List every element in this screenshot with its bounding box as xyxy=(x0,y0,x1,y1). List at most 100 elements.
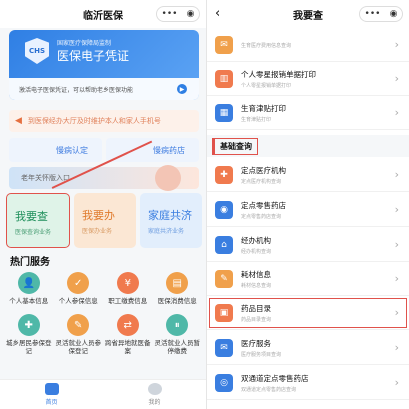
chs-logo-icon: CHS xyxy=(25,38,49,64)
service-grid: 👤 个人基本信息 ✓ 个人参保信息 ¥ 职工缴费信息 ▤ 医保消费信息 ✚ 城乡居民参保登记 ✎ 灵活… xyxy=(4,272,202,355)
service-item[interactable]: ¥ 职工缴费信息 xyxy=(103,272,153,305)
page-title: 临沂医保 xyxy=(83,10,123,22)
row-text: 经办机构经办机构查询 xyxy=(241,235,395,255)
query-row[interactable]: ✚ 定点医疗机构 定点医疗机构查询 › xyxy=(207,158,409,192)
row-subtitle: 双通道定点零售药店查询 xyxy=(241,386,297,393)
coin-icon: ¥ xyxy=(116,272,139,294)
service-label: 城乡居民参保登记 xyxy=(6,339,52,356)
row-title: 定点零售药店 xyxy=(241,200,286,210)
row-text: 定点零售药店 定点零售药店查询 xyxy=(241,200,395,220)
chevron-right-icon: › xyxy=(394,168,399,181)
row-subtitle: 医疗服务项目查询 xyxy=(241,351,282,358)
row-text: 定点医疗机构 定点医疗机构查询 xyxy=(241,165,395,185)
close-icon[interactable]: ◉ xyxy=(390,9,398,19)
query-row[interactable]: ▦ 生育津贴打印 生育津贴打印 › xyxy=(207,96,409,130)
card-icon: ▤ xyxy=(166,272,189,294)
service-item[interactable]: ▤ 医保消费信息 xyxy=(153,272,203,305)
row-text: 双通道定点零售药店 双通道定点零售药店查询 xyxy=(241,373,395,393)
tile-query[interactable]: 我要查 医保查询业务 xyxy=(6,193,70,248)
tile-query-title: 我要查 xyxy=(15,210,48,223)
query-row[interactable]: ▥ 个人零星报销单据打印 个人零星报销单据打印 › xyxy=(207,62,409,96)
tile-family-sub: 家庭共济业务 xyxy=(148,228,185,235)
chevron-right-icon: › xyxy=(394,38,399,51)
main-page: 临沂医保 ••• ◉ CHS 国家医疗保障局监制 医保电子凭证 激活电子医保凭证… xyxy=(0,0,206,409)
service-item[interactable]: ⏸ 灵活就业人员暂停缴费 xyxy=(153,314,203,355)
tab-mine[interactable]: 我的 xyxy=(103,380,206,409)
tile-handle[interactable]: 我要办 医保办业务 xyxy=(74,193,136,248)
tile-query-sub: 医保查询业务 xyxy=(15,229,52,236)
chevron-right-icon: › xyxy=(394,72,399,85)
title-bar: 临沂医保 ••• ◉ xyxy=(0,0,206,28)
row-subtitle: 定点零售药店查询 xyxy=(241,213,282,220)
service-item[interactable]: ✓ 个人参保信息 xyxy=(54,272,104,305)
row-subtitle: 经办机构查询 xyxy=(241,248,272,255)
query-row[interactable]: ⌂ 经办机构 经办机构查询 › xyxy=(207,228,409,262)
row-title: 经办机构 xyxy=(241,235,271,245)
capsule-menu[interactable]: ••• ◉ xyxy=(156,6,200,22)
close-icon[interactable]: ◉ xyxy=(187,9,195,19)
back-icon[interactable]: ‹ xyxy=(215,6,220,21)
speaker-icon: ◀ xyxy=(15,116,22,126)
row-title: 定点医疗机构 xyxy=(241,165,286,175)
chevron-right-icon: › xyxy=(394,376,399,389)
tile-family[interactable]: 家庭共济 家庭共济业务 xyxy=(140,193,202,248)
row-subtitle: 定点医疗机构查询 xyxy=(241,178,282,185)
chevron-right-icon: › xyxy=(394,341,399,354)
row-icon: ⌂ xyxy=(215,235,233,254)
tile-handle-sub: 医保办业务 xyxy=(82,228,113,235)
row-icon: ▦ xyxy=(215,103,233,122)
row-text: 个人零星报销单据打印 个人零星报销单据打印 xyxy=(241,69,395,89)
more-icon[interactable]: ••• xyxy=(365,9,381,19)
row-icon: ◉ xyxy=(215,200,233,219)
service-item[interactable]: ⇄ 跨省异地就医备案 xyxy=(103,314,153,355)
elder-mode-banner[interactable]: 老年关怀版入口 xyxy=(9,165,199,191)
row-title: 耗材信息 xyxy=(241,269,271,279)
row-icon: ◎ xyxy=(215,373,233,392)
service-item[interactable]: ✎ 灵活就业人员参保登记 xyxy=(54,314,104,355)
capsule-menu[interactable]: ••• ◉ xyxy=(359,6,403,22)
tab-home[interactable]: 首页 xyxy=(0,380,103,409)
row-icon: ▥ xyxy=(215,69,233,88)
chevron-right-icon: › xyxy=(394,203,399,216)
query-row[interactable]: ✉ 医疗服务医疗服务项目查询 › xyxy=(207,331,409,365)
section-title: 基础查询 xyxy=(212,137,258,155)
title-bar: ‹ 我要查 ••• ◉ xyxy=(207,0,409,28)
tab-home-label: 首页 xyxy=(45,399,58,406)
service-label: 灵活就业人员参保登记 xyxy=(55,339,102,356)
row-icon: ▣ xyxy=(215,303,233,322)
play-icon[interactable]: ▶ xyxy=(177,84,187,94)
transfer-icon: ⇄ xyxy=(116,314,139,337)
query-row[interactable]: ✉ 生育医疗费用信息查询 › xyxy=(207,28,409,62)
query-row[interactable]: ▣ 药品目录 药品目录查询 › xyxy=(207,296,409,330)
row-title: 医疗服务 xyxy=(241,338,271,348)
home-icon xyxy=(44,383,59,395)
row-text: 生育医疗费用信息查询 xyxy=(241,40,395,49)
card-tip: 激活电子医保凭证，可以帮助老乡医保功能 xyxy=(9,78,199,100)
people-icon: ✚ xyxy=(17,314,40,337)
chevron-right-icon: › xyxy=(394,272,399,285)
card-subtitle: 国家医疗保障局监制 xyxy=(57,40,112,47)
row-icon: ✚ xyxy=(215,165,233,184)
chronic-certification-button[interactable]: 慢病认定 xyxy=(9,138,102,162)
service-label: 灵活就业人员暂停缴费 xyxy=(154,339,201,356)
service-label: 个人参保信息 xyxy=(58,297,98,305)
chevron-right-icon: › xyxy=(394,306,399,319)
service-item[interactable]: 👤 个人基本信息 xyxy=(4,272,54,305)
tab-bar: 首页 我的 xyxy=(0,379,206,409)
service-label: 跨省异地就医备案 xyxy=(105,339,151,356)
more-icon[interactable]: ••• xyxy=(162,9,178,19)
chronic-pharmacy-button[interactable]: 慢病药店 xyxy=(106,138,199,162)
query-row[interactable]: ◎ 双通道定点零售药店 双通道定点零售药店查询 › xyxy=(207,366,409,400)
chevron-right-icon: › xyxy=(394,106,399,119)
row-icon: ✉ xyxy=(215,338,233,357)
row-text: 生育津贴打印 生育津贴打印 xyxy=(241,103,395,123)
e-voucher-card[interactable]: CHS 国家医疗保障局监制 医保电子凭证 激活电子医保凭证，可以帮助老乡医保功能… xyxy=(9,30,199,100)
row-text: 耗材信息 耗材信息查询 xyxy=(241,269,395,289)
row-subtitle: 生育医疗费用信息查询 xyxy=(241,43,292,49)
row-icon: ✉ xyxy=(215,35,233,54)
service-item[interactable]: ✚ 城乡居民参保登记 xyxy=(4,314,54,355)
query-row[interactable]: ✎ 耗材信息 耗材信息查询 › xyxy=(207,262,409,296)
notice-banner[interactable]: ◀ 到医保经办大厅及时维护本人和家人手机号 xyxy=(9,110,199,132)
query-row[interactable]: ◉ 定点零售药店 定点零售药店查询 › xyxy=(207,193,409,227)
section-basic-query: 基础查询 xyxy=(207,135,409,157)
